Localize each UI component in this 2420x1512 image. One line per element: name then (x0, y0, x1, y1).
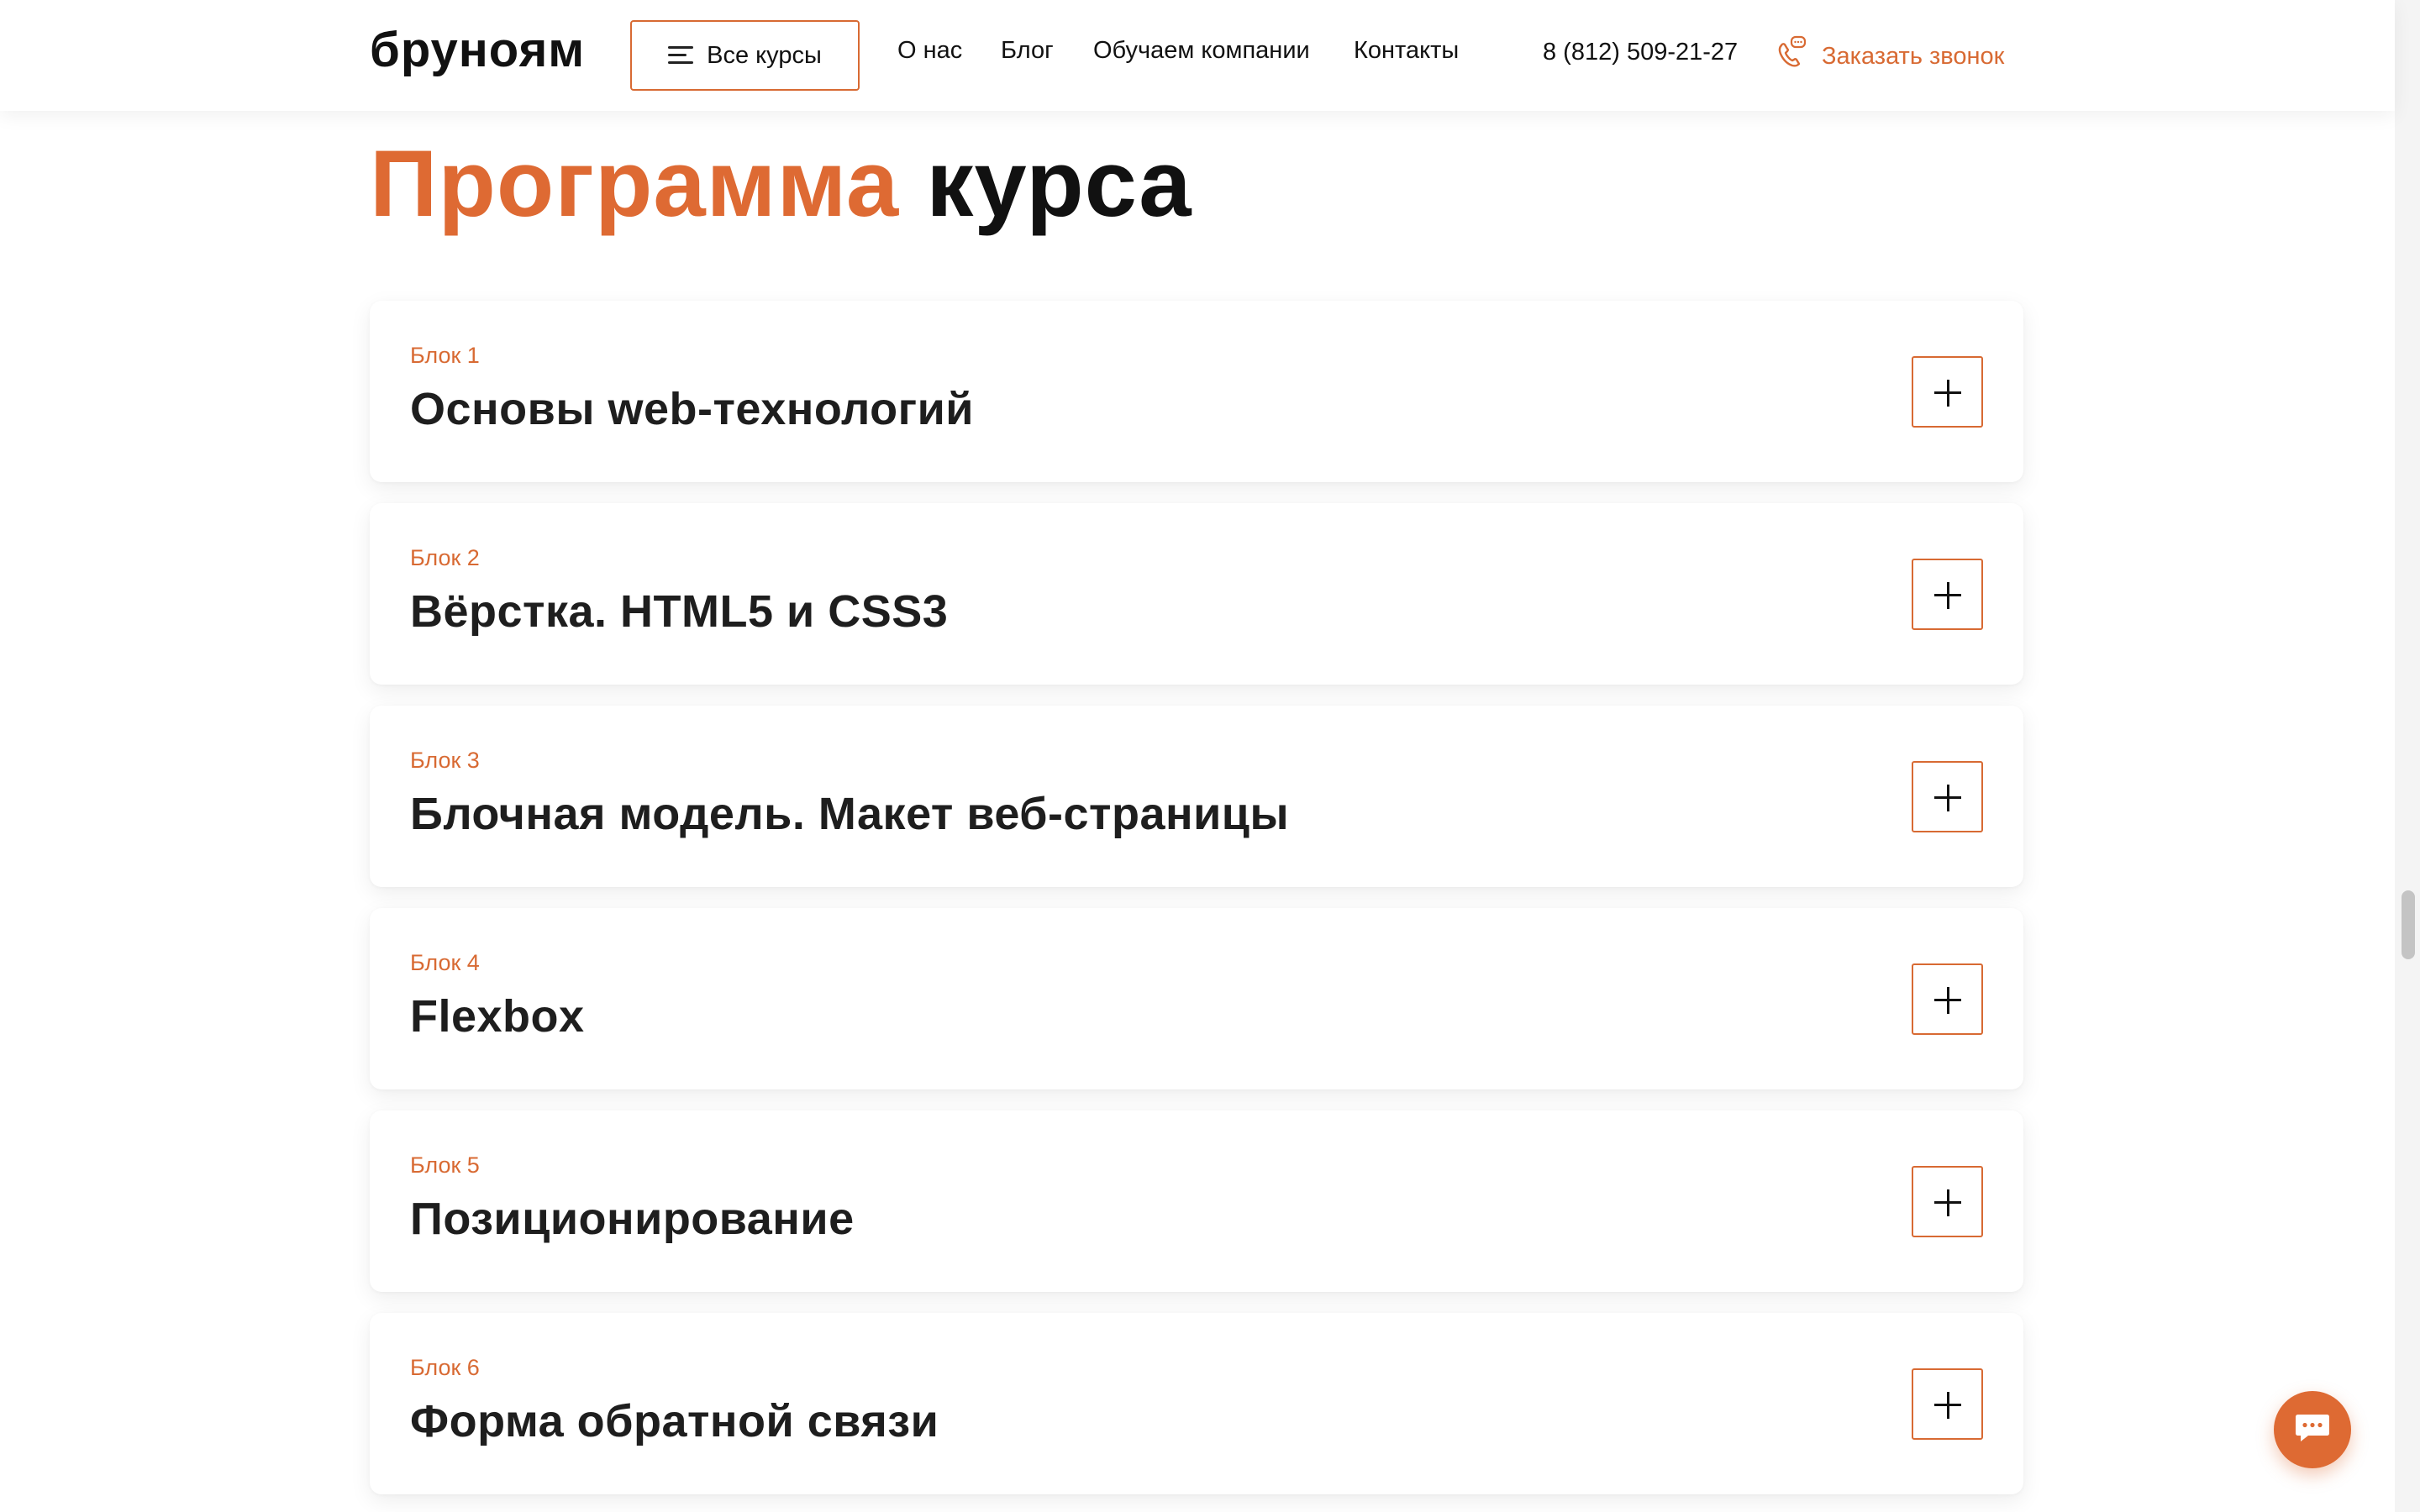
hamburger-icon (668, 46, 694, 65)
nav-item-blog[interactable]: Блог (1001, 37, 1054, 65)
scrollbar-thumb[interactable] (2402, 890, 2415, 959)
section-title-rest: курса (926, 131, 1192, 236)
accordion-item[interactable]: Блок 5 Позиционирование (370, 1110, 2023, 1292)
accordion-item[interactable]: Блок 2 Вёрстка. HTML5 и CSS3 (370, 503, 2023, 685)
expand-button[interactable] (1912, 761, 1983, 832)
expand-button[interactable] (1912, 1166, 1983, 1237)
callback-button[interactable]: Заказать звонок (1775, 35, 2004, 77)
block-title: Вёрстка. HTML5 и CSS3 (410, 586, 949, 637)
accordion-item[interactable]: Блок 1 Основы web-технологий (370, 301, 2023, 482)
section-title: Программа курса (370, 131, 1192, 237)
section-title-accent: Программа (370, 131, 900, 236)
block-number: Блок 6 (410, 1355, 480, 1380)
phone-icon (1775, 35, 1807, 77)
callback-label: Заказать звонок (1822, 42, 2005, 70)
page: бруноям Все курсы О нас Блог Обучаем ком… (0, 0, 2420, 1512)
block-number: Блок 4 (410, 950, 480, 975)
scrollbar[interactable] (2395, 0, 2420, 1512)
chat-button[interactable] (2274, 1391, 2351, 1468)
accordion-item[interactable]: Блок 3 Блочная модель. Макет веб-страниц… (370, 706, 2023, 887)
block-title: Основы web-технологий (410, 384, 974, 434)
block-title: Блочная модель. Макет веб-страницы (410, 789, 1290, 839)
block-number: Блок 2 (410, 545, 480, 570)
accordion-item[interactable]: Блок 4 Flexbox (370, 908, 2023, 1089)
all-courses-button[interactable]: Все курсы (630, 20, 860, 91)
expand-button[interactable] (1912, 356, 1983, 428)
expand-button[interactable] (1912, 963, 1983, 1035)
accordion-item[interactable]: Блок 6 Форма обратной связи (370, 1313, 2023, 1494)
block-title: Flexbox (410, 991, 585, 1042)
phone-number[interactable]: 8 (812) 509-21-27 (1543, 39, 1738, 66)
nav-item-about[interactable]: О нас (897, 37, 962, 65)
expand-button[interactable] (1912, 1368, 1983, 1440)
nav-item-companies[interactable]: Обучаем компании (1093, 37, 1310, 65)
site-header: бруноям Все курсы О нас Блог Обучаем ком… (0, 0, 2395, 111)
nav-item-contacts[interactable]: Контакты (1354, 37, 1459, 65)
logo[interactable]: бруноям (370, 24, 585, 77)
block-number: Блок 3 (410, 748, 480, 773)
block-number: Блок 1 (410, 343, 480, 368)
expand-button[interactable] (1912, 559, 1983, 630)
all-courses-label: Все курсы (707, 41, 822, 69)
block-title: Позиционирование (410, 1194, 855, 1244)
chat-bubble-icon (2293, 1411, 2332, 1449)
program-accordion: Блок 1 Основы web-технологий Блок 2 Вёрс… (370, 301, 2023, 1512)
block-number: Блок 5 (410, 1152, 480, 1178)
block-title: Форма обратной связи (410, 1396, 939, 1446)
